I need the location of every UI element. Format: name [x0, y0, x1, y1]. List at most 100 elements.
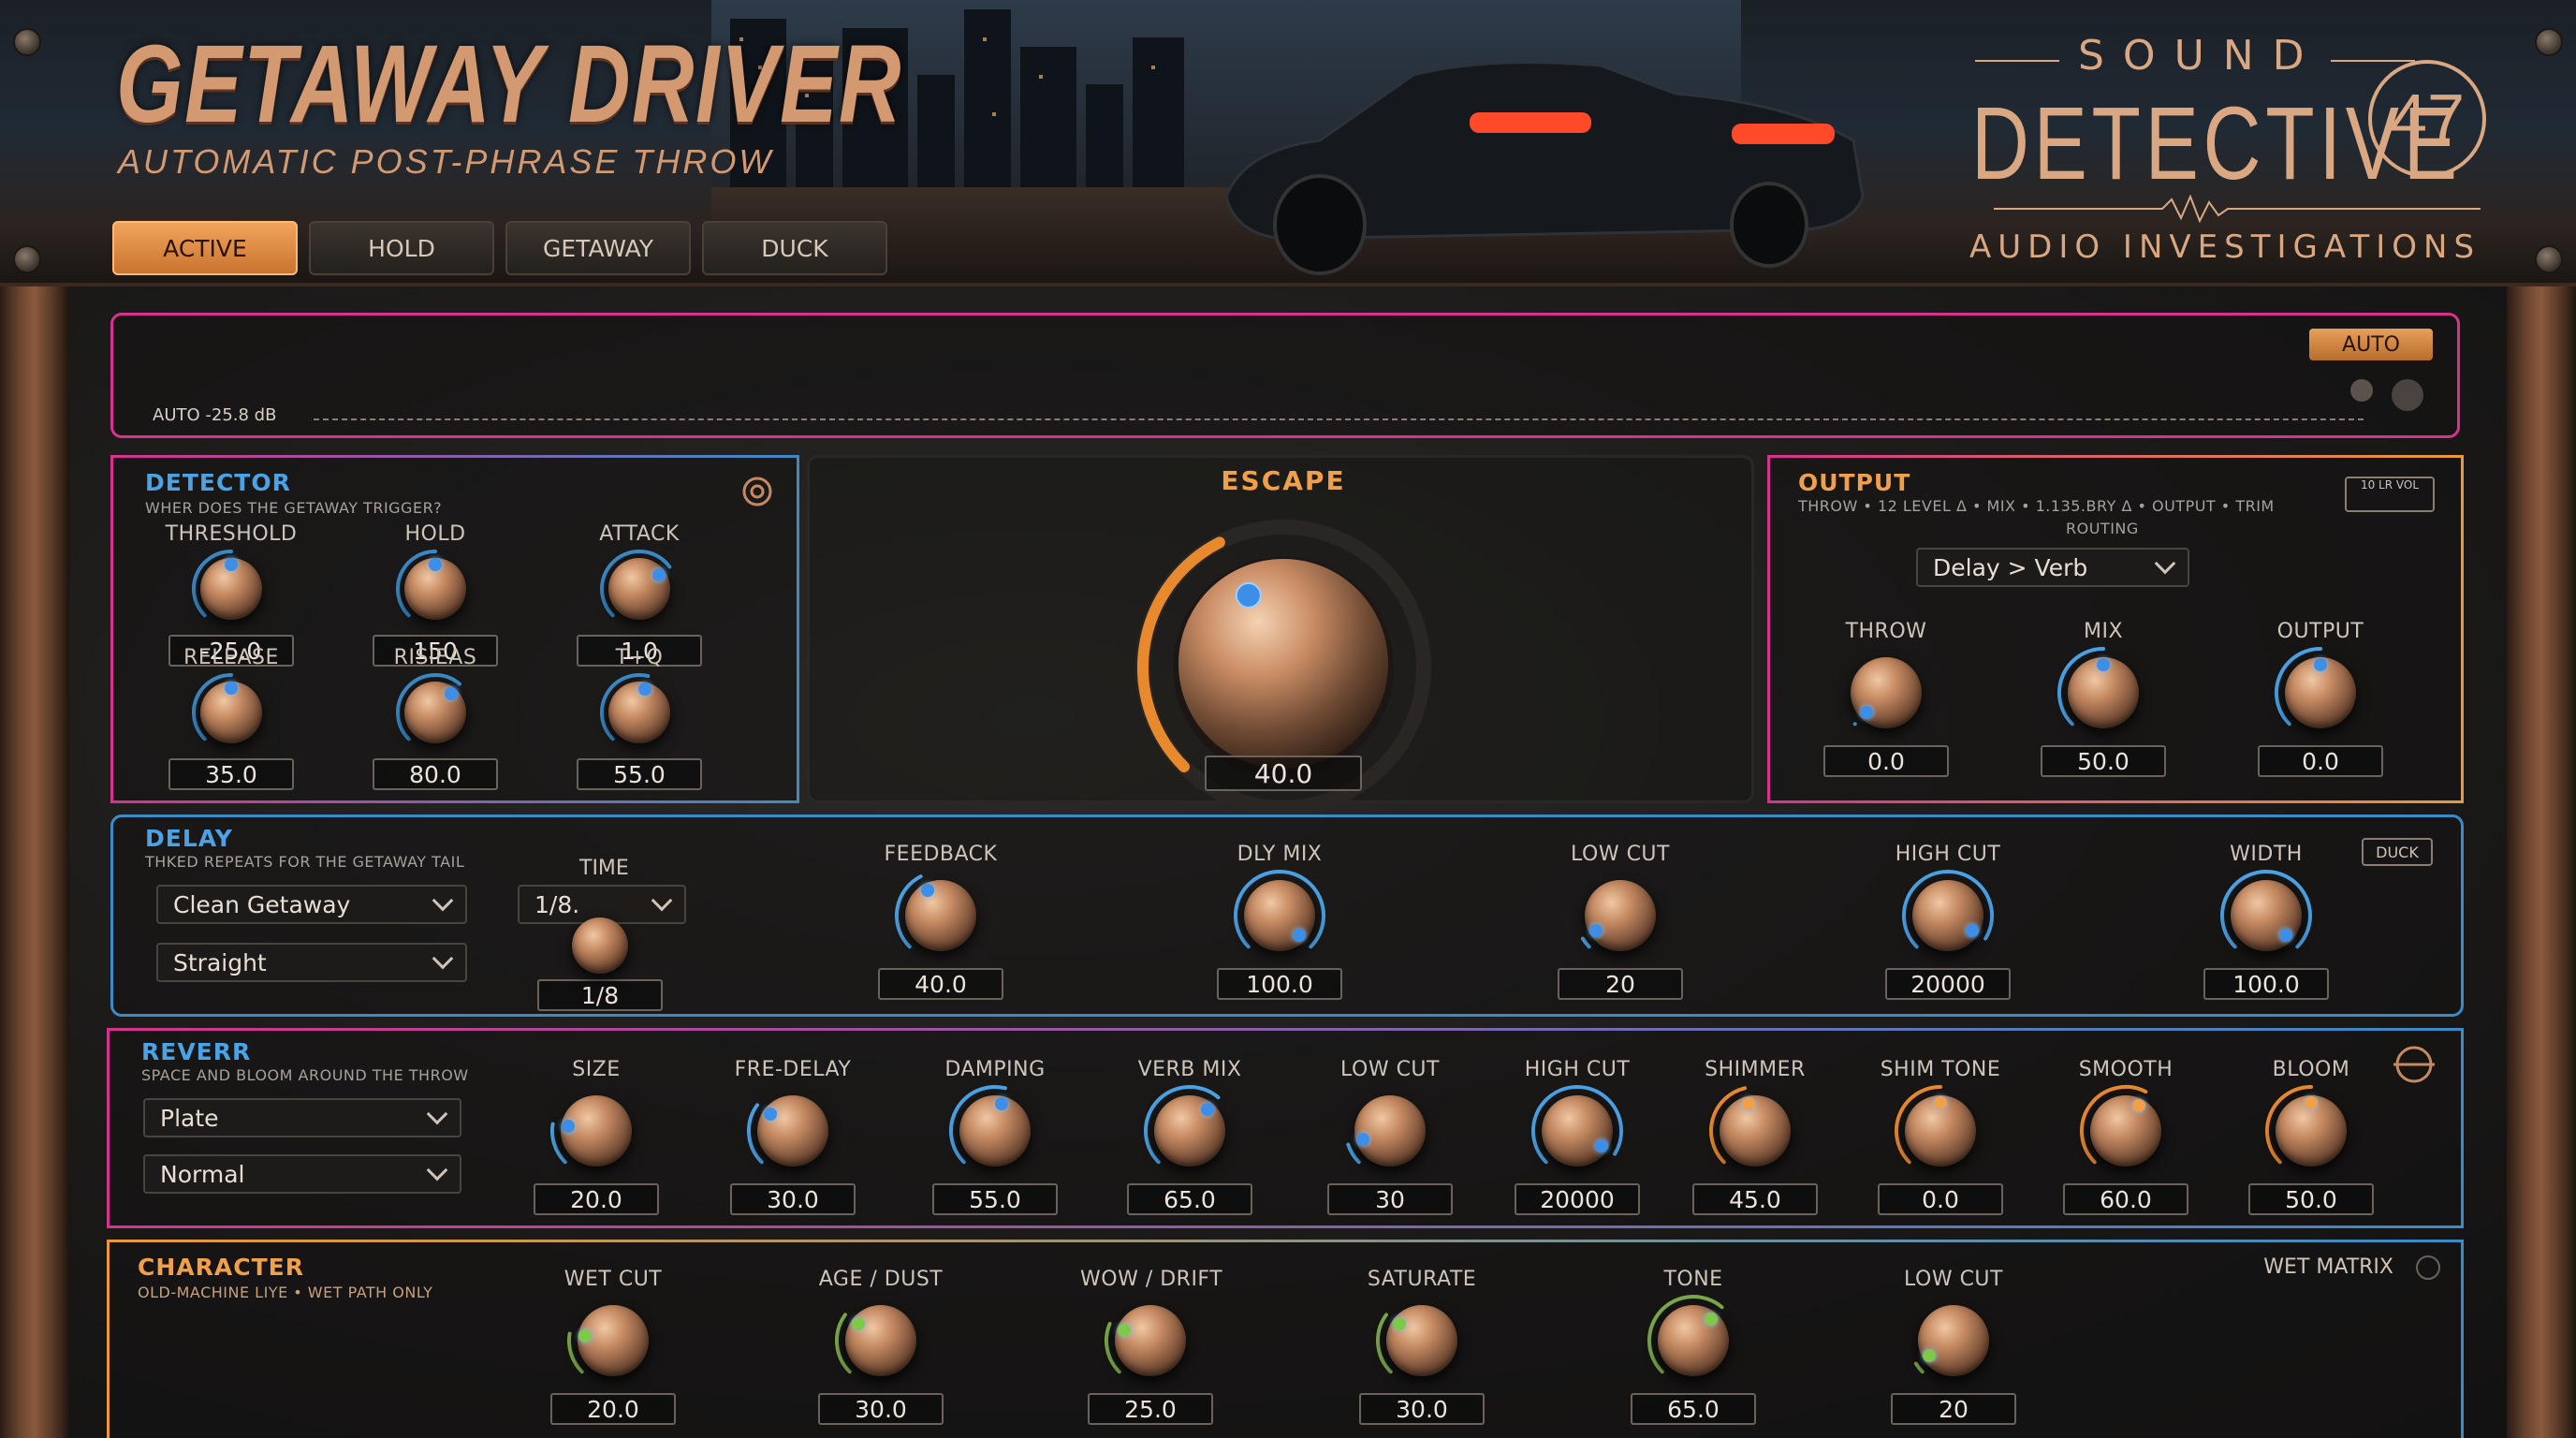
knob-value-field[interactable]: 20.0: [534, 1183, 659, 1215]
knob-dial[interactable]: [2079, 1084, 2173, 1178]
knob-dial[interactable]: [191, 549, 271, 629]
knob-dial[interactable]: [1233, 869, 1326, 962]
character-knob-age-dust[interactable]: AGE / DUST 30.0: [811, 1268, 951, 1425]
auto-toggle-knob[interactable]: [2350, 379, 2373, 402]
knob-value-field[interactable]: 20: [1891, 1393, 2016, 1425]
knob-value-field[interactable]: 45.0: [1692, 1183, 1818, 1215]
knob-dial[interactable]: [1907, 1294, 2000, 1387]
delay-mode-select[interactable]: Clean Getaway: [156, 885, 467, 924]
delay-knob-width[interactable]: WIDTH 100.0: [2196, 843, 2336, 1000]
knob-value-field[interactable]: 25.0: [1088, 1393, 1213, 1425]
knob-dial[interactable]: [599, 549, 680, 629]
reverb-knob-shimmer[interactable]: SHIMMER 45.0: [1685, 1058, 1825, 1215]
character-knob-tone[interactable]: TONE 65.0: [1623, 1268, 1764, 1425]
knob-dial[interactable]: [1143, 1084, 1237, 1178]
knob-dial[interactable]: [395, 672, 476, 753]
auto-toggle-knob[interactable]: [2392, 379, 2423, 411]
knob-value-field[interactable]: 35.0: [168, 758, 294, 790]
knob-value-field[interactable]: 0.0: [2258, 745, 2383, 777]
reverb-type-select[interactable]: Plate: [143, 1098, 461, 1137]
knob-dial[interactable]: [1343, 1084, 1437, 1178]
reverb-knob-damping[interactable]: DAMPING 55.0: [925, 1058, 1065, 1215]
knob-value-field[interactable]: 20.0: [550, 1393, 676, 1425]
reverb-knob-smooth[interactable]: SMOOTH 60.0: [2056, 1058, 2196, 1215]
delay-knob-high-cut[interactable]: HIGH CUT 20000: [1878, 843, 2018, 1000]
settings-gear-icon[interactable]: [739, 473, 776, 510]
knob-dial[interactable]: [1708, 1084, 1802, 1178]
knob-value-field[interactable]: 100.0: [1217, 968, 1342, 1000]
knob-value-field[interactable]: 20: [1558, 968, 1683, 1000]
tab-hold[interactable]: HOLD: [309, 221, 494, 275]
knob-dial[interactable]: [746, 1084, 840, 1178]
detector-knob-threshold[interactable]: THRESHOLD -25.0: [161, 522, 301, 667]
knob-dial[interactable]: [2274, 646, 2367, 740]
reverb-knob-fre-delay[interactable]: FRE-DELAY 30.0: [723, 1058, 863, 1215]
knob-dial[interactable]: [894, 869, 988, 962]
tab-getaway[interactable]: GETAWAY: [505, 221, 691, 275]
knob-value-field[interactable]: 0.0: [1823, 745, 1949, 777]
knob-dial[interactable]: [1839, 646, 1933, 740]
reverb-knob-bloom[interactable]: BLOOM 50.0: [2241, 1058, 2381, 1215]
knob-dial[interactable]: [1894, 1084, 1987, 1178]
delay-time-value[interactable]: 1/8: [537, 979, 663, 1011]
tab-active[interactable]: ACTIVE: [112, 221, 298, 275]
knob-dial[interactable]: [1104, 1294, 1197, 1387]
knob-value-field[interactable]: 60.0: [2063, 1183, 2188, 1215]
knob-value-field[interactable]: 30.0: [818, 1393, 944, 1425]
duck-badge[interactable]: DUCK: [2362, 838, 2433, 866]
delay-knob-feedback[interactable]: FEEDBACK 40.0: [871, 843, 1011, 1000]
knob-value-field[interactable]: 65.0: [1631, 1393, 1756, 1425]
reverb-mode-select[interactable]: Normal: [143, 1154, 461, 1194]
detector-knob-hold[interactable]: HOLD 150: [365, 522, 505, 667]
knob-dial[interactable]: [834, 1294, 928, 1387]
output-knob-output[interactable]: OUTPUT 0.0: [2250, 620, 2391, 777]
reverb-knob-shim-tone[interactable]: SHIM TONE 0.0: [1870, 1058, 2011, 1215]
reverb-knob-size[interactable]: SIZE 20.0: [526, 1058, 666, 1215]
knob-value-field[interactable]: 80.0: [373, 758, 498, 790]
knob-dial[interactable]: [1901, 869, 1995, 962]
knob-value-field[interactable]: 30.0: [730, 1183, 856, 1215]
delay-knob-low-cut[interactable]: LOW CUT 20: [1550, 843, 1690, 1000]
knob-dial[interactable]: [1530, 1084, 1624, 1178]
output-knob-mix[interactable]: MIX 50.0: [2033, 620, 2174, 777]
delay-knob-dly-mix[interactable]: DLY MIX 100.0: [1209, 843, 1350, 1000]
knob-dial[interactable]: [549, 1084, 643, 1178]
delay-time-knob[interactable]: 1/8: [530, 917, 670, 1011]
knob-value-field[interactable]: 40.0: [878, 968, 1003, 1000]
auto-button[interactable]: AUTO: [2309, 329, 2433, 360]
knob-value-field[interactable]: 30.0: [1359, 1393, 1485, 1425]
character-knob-saturate[interactable]: SATURATE 30.0: [1352, 1268, 1492, 1425]
reverb-knob-verb-mix[interactable]: VERB MIX 65.0: [1120, 1058, 1260, 1215]
knob-dial[interactable]: [599, 672, 680, 753]
wet-matrix-toggle[interactable]: [2416, 1255, 2440, 1280]
knob-value-field[interactable]: 65.0: [1127, 1183, 1252, 1215]
knob-dial[interactable]: [948, 1084, 1042, 1178]
escape-value[interactable]: 40.0: [1205, 756, 1362, 791]
knob-dial[interactable]: [395, 549, 476, 629]
knob-dial[interactable]: [2264, 1084, 2358, 1178]
knob-dial[interactable]: [2219, 869, 2313, 962]
knob-value-field[interactable]: 20000: [1515, 1183, 1640, 1215]
knob-dial[interactable]: [1375, 1294, 1469, 1387]
detector-knob-t-q[interactable]: T+Q 55.0: [569, 646, 710, 790]
character-knob-wet-cut[interactable]: WET CUT 20.0: [543, 1268, 683, 1425]
detector-knob-attack[interactable]: ATTACK 1.0: [569, 522, 710, 667]
knob-value-field[interactable]: 50.0: [2041, 745, 2166, 777]
knob-value-field[interactable]: 100.0: [2203, 968, 2329, 1000]
routing-select[interactable]: Delay > Verb: [1916, 548, 2189, 587]
knob-dial[interactable]: [566, 1294, 660, 1387]
level-badge[interactable]: 10 LR VOL: [2345, 477, 2435, 512]
knob-dial[interactable]: [1647, 1294, 1740, 1387]
knob-value-field[interactable]: 20000: [1885, 968, 2011, 1000]
character-knob-wow-drift[interactable]: WOW / DRIFT 25.0: [1080, 1268, 1222, 1425]
reverb-knob-high-cut[interactable]: HIGH CUT 20000: [1507, 1058, 1647, 1215]
delay-feel-select[interactable]: Straight: [156, 943, 467, 982]
character-knob-low-cut[interactable]: LOW CUT 20: [1883, 1268, 2024, 1425]
knob-value-field[interactable]: 55.0: [932, 1183, 1058, 1215]
knob-dial[interactable]: [1573, 869, 1667, 962]
knob-value-field[interactable]: 55.0: [577, 758, 702, 790]
crosshair-icon[interactable]: [2392, 1042, 2437, 1087]
detector-knob-release[interactable]: RELEASE 35.0: [161, 646, 301, 790]
knob-value-field[interactable]: 0.0: [1878, 1183, 2003, 1215]
detector-knob-risieas[interactable]: RISIEAS 80.0: [365, 646, 505, 790]
